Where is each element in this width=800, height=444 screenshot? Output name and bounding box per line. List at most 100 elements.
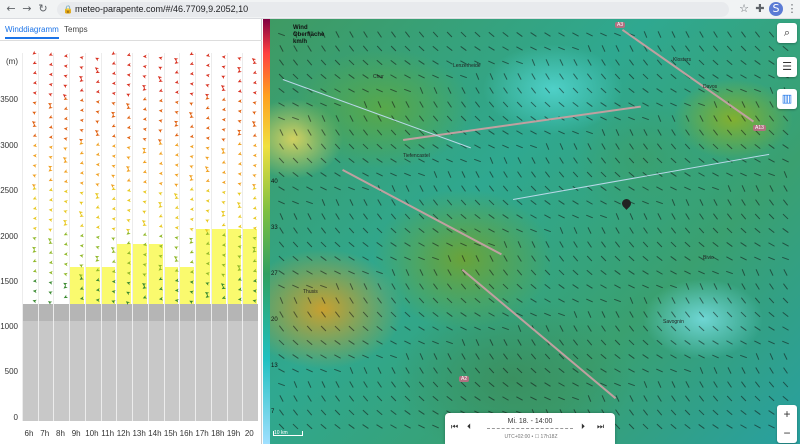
wind-vector bbox=[377, 199, 382, 206]
wind-vector bbox=[698, 227, 705, 234]
wind-vector bbox=[488, 130, 495, 135]
wind-arrow-icon: ➤ bbox=[236, 285, 243, 293]
wind-vector bbox=[292, 59, 299, 66]
wind-vector bbox=[418, 395, 425, 402]
wind-map[interactable]: 403327201370 Wind Oberfläche km/h Chur L… bbox=[263, 19, 800, 444]
wind-vector bbox=[279, 213, 284, 220]
skip-start-icon[interactable]: ⏮ bbox=[451, 422, 458, 432]
wind-arrow-icon: ➤ bbox=[252, 89, 258, 96]
step-forward-icon[interactable]: ⏵ bbox=[581, 422, 585, 432]
wind-vector bbox=[460, 213, 467, 220]
wind-vector bbox=[572, 255, 579, 262]
wind-vector bbox=[376, 325, 383, 332]
wind-vector bbox=[391, 101, 396, 108]
wind-vector bbox=[306, 59, 313, 66]
wind-column: ➤ ➤ ➤ ➤ ➤ ➤ ➤ ➤ ➤ ➤ ➤ ➤ ➤ ➤ ➤ ➤ ➤ ➤ ➤ ➤ ➤ ➤ ➤ ➤ ➤ ➤ ➤ ➤ bbox=[180, 50, 195, 305]
wind-vector bbox=[783, 283, 788, 290]
wind-arrow-icon: ➤ bbox=[32, 89, 38, 96]
wind-arrow-icon: ➤ bbox=[174, 88, 179, 95]
wind-vector bbox=[544, 32, 551, 37]
wind-vector bbox=[334, 354, 341, 359]
wind-vector bbox=[587, 157, 592, 164]
tab-temps[interactable]: Temps bbox=[64, 25, 88, 34]
wind-vector bbox=[446, 395, 453, 402]
wind-vector bbox=[685, 395, 690, 402]
wind-arrow-icon: ➤ bbox=[189, 205, 195, 212]
time-slider[interactable] bbox=[487, 428, 573, 429]
wind-vector bbox=[558, 396, 565, 401]
wind-vector bbox=[516, 228, 523, 233]
wind-vector bbox=[306, 284, 313, 289]
reload-icon[interactable]: ↻ bbox=[36, 2, 50, 16]
wind-vector bbox=[600, 353, 607, 360]
wind-vector bbox=[727, 367, 732, 374]
forward-icon[interactable]: → bbox=[20, 2, 34, 16]
wind-arrow-icon: ➤ bbox=[173, 213, 179, 221]
wind-vector bbox=[334, 311, 341, 318]
wind-arrow-icon: ➤ bbox=[174, 286, 179, 293]
wind-vector bbox=[741, 101, 746, 108]
menu-icon[interactable]: ⋮ bbox=[785, 2, 799, 16]
wind-vector bbox=[782, 228, 789, 233]
wind-vector bbox=[629, 409, 634, 416]
wind-vector bbox=[488, 60, 495, 65]
wind-vector bbox=[670, 186, 677, 191]
wind-vector bbox=[334, 143, 341, 150]
wind-vector bbox=[614, 102, 621, 107]
wind-vector bbox=[404, 227, 411, 234]
settings-sliders-icon[interactable]: ☰ bbox=[777, 57, 797, 77]
zoom-out-button[interactable]: − bbox=[777, 424, 797, 443]
wind-vector bbox=[488, 214, 495, 219]
wind-arrow-icon: ➤ bbox=[111, 205, 117, 212]
wind-column: ➤ ➤ ➤ ➤ ➤ ➤ ➤ ➤ ➤ ➤ ➤ ➤ ➤ ➤ ➤ ➤ ➤ ➤ ➤ ➤ ➤ ➤ ➤ ➤ ➤ ➤ ➤ ➤ bbox=[86, 53, 100, 303]
location-pin-icon[interactable] bbox=[620, 197, 633, 210]
wind-vector bbox=[698, 340, 705, 345]
wind-vector bbox=[544, 171, 551, 178]
back-icon[interactable]: ← bbox=[4, 2, 18, 16]
place-label: Klosters bbox=[673, 57, 692, 63]
tab-winddiagramm[interactable]: Winddiagramm bbox=[5, 25, 59, 39]
search-icon[interactable]: ⌕ bbox=[777, 23, 797, 43]
wind-arrow-icon: ➤ bbox=[142, 188, 148, 195]
wind-vector bbox=[699, 213, 704, 220]
wind-arrow-icon: ➤ bbox=[253, 151, 258, 158]
legend-tick: 40 bbox=[271, 179, 278, 185]
avatar[interactable]: S bbox=[769, 2, 783, 16]
wind-vector bbox=[349, 213, 354, 220]
wind-arrow-icon: ➤ bbox=[174, 224, 179, 231]
wind-vector bbox=[559, 143, 564, 150]
wind-arrow-icon: ➤ bbox=[63, 197, 69, 205]
step-back-icon[interactable]: ⏴ bbox=[467, 422, 471, 432]
wind-vector bbox=[559, 227, 564, 234]
wind-vector bbox=[754, 74, 761, 79]
wind-vector bbox=[418, 74, 425, 79]
wind-arrow-icon: ➤ bbox=[111, 152, 116, 159]
wind-vector bbox=[572, 32, 579, 37]
wind-vector bbox=[684, 368, 691, 373]
chart-icon[interactable]: ▥ bbox=[777, 89, 797, 109]
wind-vector bbox=[713, 381, 718, 388]
skip-end-icon[interactable]: ⏭ bbox=[597, 422, 604, 432]
wind-arrow-icon: ➤ bbox=[221, 53, 226, 60]
wind-vector bbox=[278, 186, 285, 191]
wind-vector bbox=[390, 424, 397, 429]
wind-vector bbox=[278, 339, 285, 346]
wind-vector bbox=[376, 424, 383, 429]
star-icon[interactable]: ☆ bbox=[737, 2, 751, 16]
wind-vector bbox=[460, 283, 467, 290]
wind-vector bbox=[279, 143, 284, 150]
hour-label: 7h bbox=[40, 429, 50, 438]
wind-vector bbox=[320, 270, 327, 275]
wind-vector bbox=[614, 171, 621, 178]
wind-arrow-icon: ➤ bbox=[79, 106, 85, 113]
wind-arrow-icon: ➤ bbox=[158, 295, 164, 302]
wind-vector bbox=[684, 256, 691, 261]
zoom-in-button[interactable]: + bbox=[777, 405, 797, 424]
wind-vector bbox=[782, 381, 789, 388]
address-bar[interactable]: 🔒 meteo-parapente.com/#/46.7709,9.2052,1… bbox=[57, 2, 729, 17]
wind-vector bbox=[670, 284, 677, 289]
extensions-icon[interactable]: ✚ bbox=[753, 2, 767, 16]
wind-vector bbox=[279, 227, 284, 234]
wind-vector bbox=[390, 74, 397, 79]
wind-vector bbox=[349, 129, 354, 136]
